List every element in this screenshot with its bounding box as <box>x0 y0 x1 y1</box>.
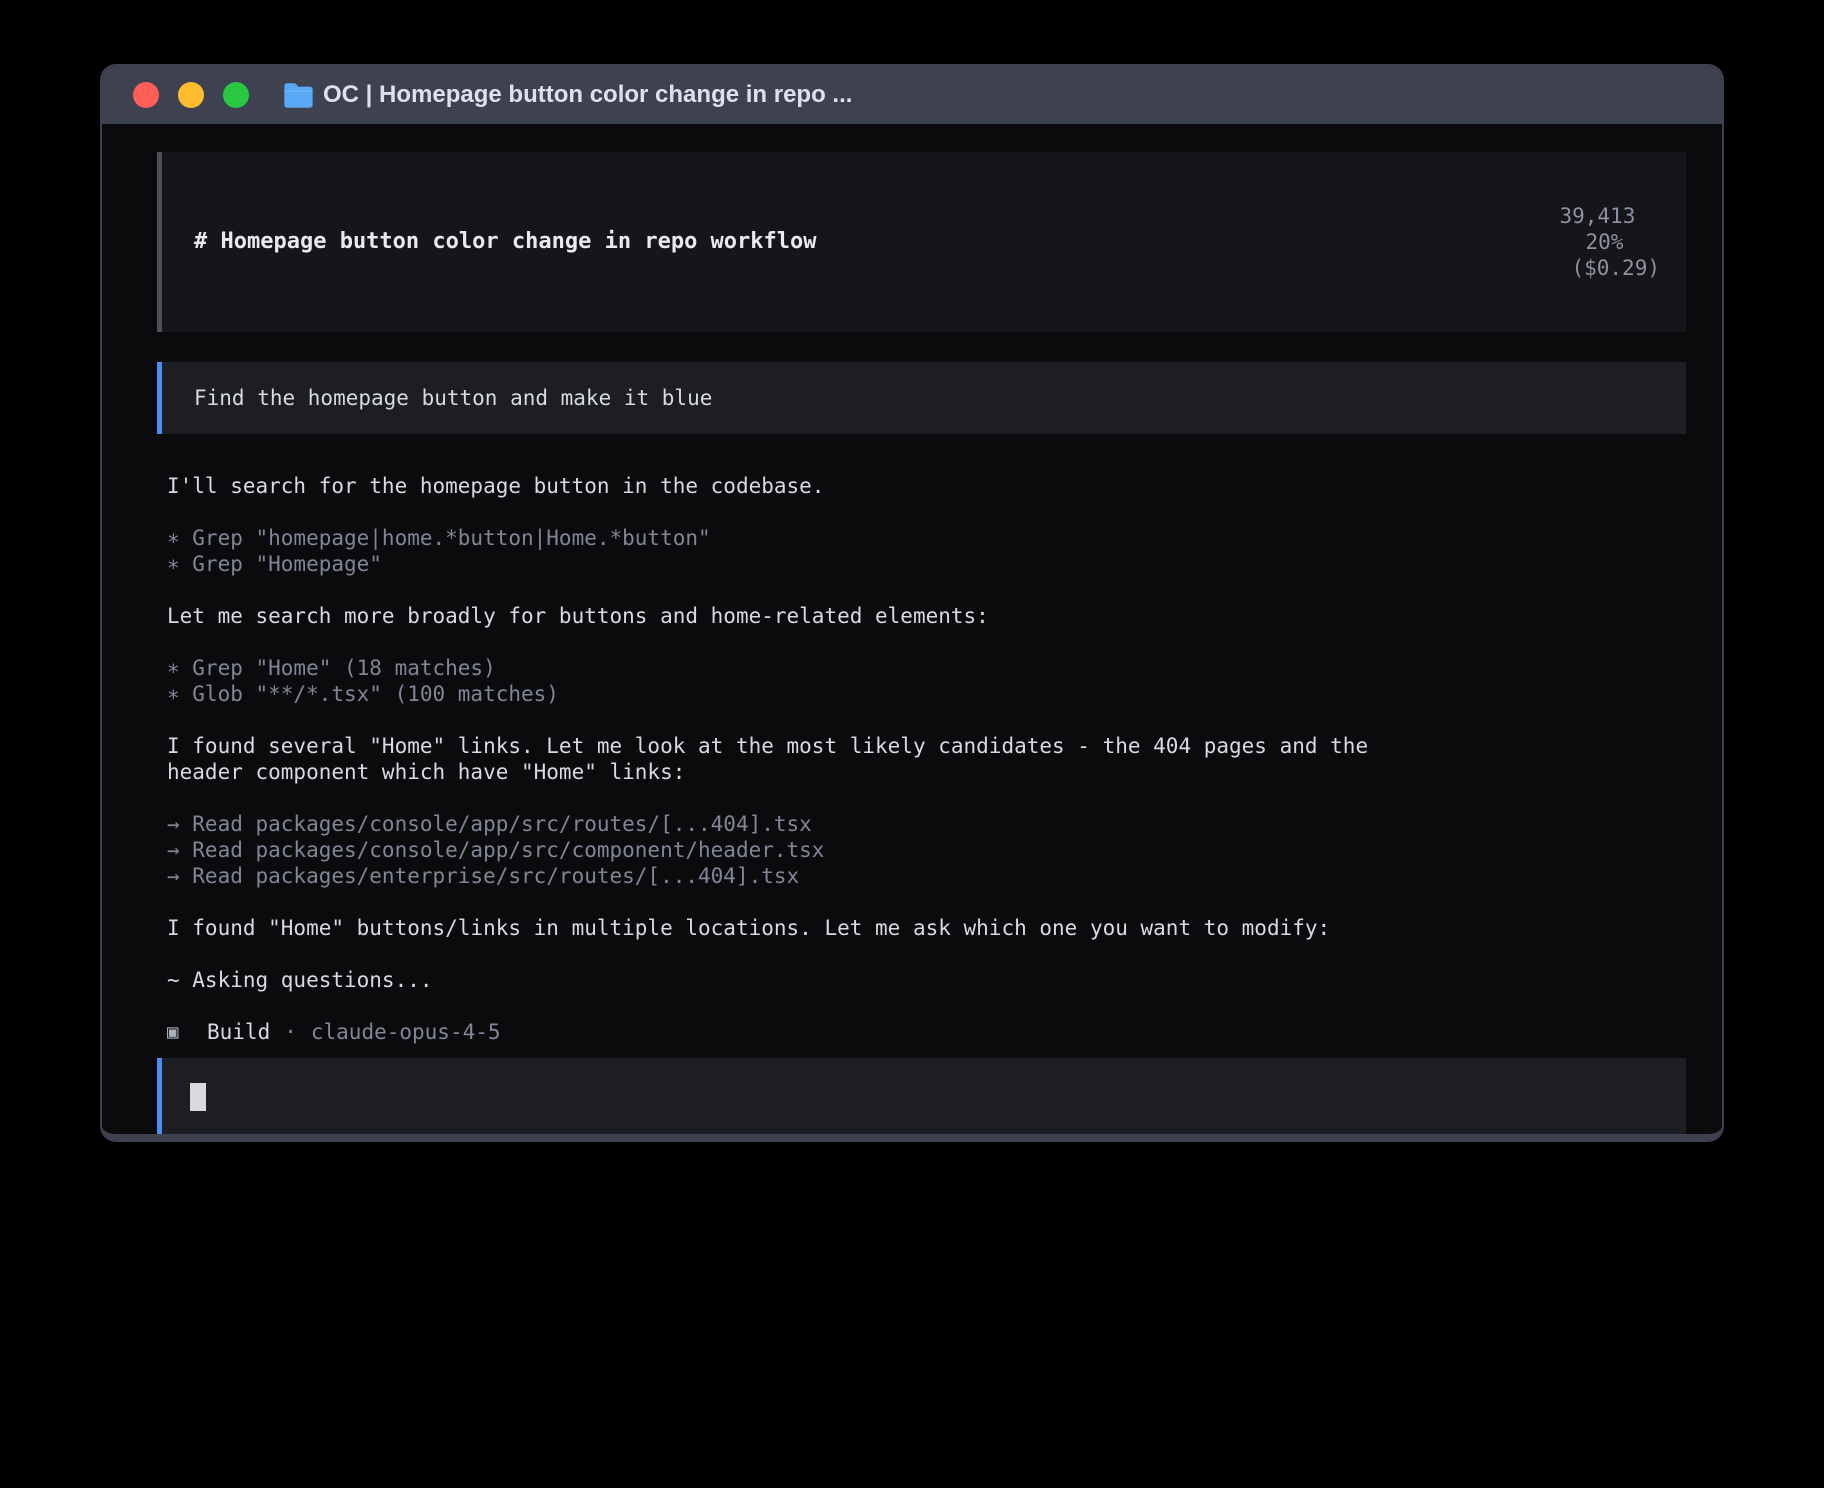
session-title: # Homepage button color change in repo w… <box>194 229 817 255</box>
agent-model: claude-opus-4-5 <box>311 1019 501 1045</box>
assistant-text-line: I'll search for the homepage button in t… <box>167 473 1686 499</box>
session-header: # Homepage button color change in repo w… <box>157 152 1686 332</box>
dot-separator: · <box>284 1019 297 1045</box>
user-message-block: Find the homepage button and make it blu… <box>157 362 1686 434</box>
tool-call-line: ∗ Glob "**/*.tsx" (100 matches) <box>167 681 1686 707</box>
prompt-input[interactable]: Build Claude Opus 4.5 OpenCode Zen <box>157 1058 1686 1142</box>
session-stats: 39,413 20% ($0.29) <box>1458 177 1660 307</box>
assistant-text-line: I found "Home" buttons/links in multiple… <box>167 915 1686 941</box>
text-cursor <box>190 1083 206 1111</box>
model-name: Claude Opus 4.5 <box>291 1135 481 1142</box>
assistant-text-line: header component which have "Home" links… <box>167 759 1686 785</box>
minimize-button[interactable] <box>178 82 204 108</box>
token-count: 39,413 <box>1559 204 1635 228</box>
titlebar[interactable]: OC | Homepage button color change in rep… <box>102 66 1722 124</box>
agent-status-row: ▣ Build · claude-opus-4-5 <box>167 1019 1686 1045</box>
tool-call-line: → Read packages/console/app/src/routes/[… <box>167 811 1686 837</box>
agent-badge: Build <box>190 1135 253 1142</box>
tool-call-line: → Read packages/console/app/src/componen… <box>167 837 1686 863</box>
tool-call-line: ∗ Grep "Homepage" <box>167 551 1686 577</box>
transcript: I'll search for the homepage button in t… <box>157 473 1686 1045</box>
window-title: OC | Homepage button color change in rep… <box>323 81 852 109</box>
tool-call-line: ∗ Grep "homepage|home.*button|Home.*butt… <box>167 525 1686 551</box>
traffic-lights <box>133 82 249 108</box>
tool-call-line: ∗ Grep "Home" (18 matches) <box>167 655 1686 681</box>
agent-name: Build <box>207 1019 270 1045</box>
session-cost: ($0.29) <box>1571 256 1660 280</box>
input-footer: Build Claude Opus 4.5 OpenCode Zen <box>190 1135 1660 1142</box>
provider-name: OpenCode Zen <box>496 1135 648 1142</box>
assistant-text-line: Let me search more broadly for buttons a… <box>167 603 1686 629</box>
close-button[interactable] <box>133 82 159 108</box>
context-percent: 20% <box>1585 230 1623 254</box>
status-text-line: ~ Asking questions... <box>167 967 1686 993</box>
user-message: Find the homepage button and make it blu… <box>194 385 1660 411</box>
title-group: OC | Homepage button color change in rep… <box>283 81 852 109</box>
assistant-text-line: I found several "Home" links. Let me loo… <box>167 733 1686 759</box>
agent-icon: ▣ <box>167 1019 183 1045</box>
terminal-window: OC | Homepage button color change in rep… <box>100 64 1724 1142</box>
zoom-button[interactable] <box>223 82 249 108</box>
tool-call-line: → Read packages/enterprise/src/routes/[.… <box>167 863 1686 889</box>
folder-icon <box>283 82 314 109</box>
